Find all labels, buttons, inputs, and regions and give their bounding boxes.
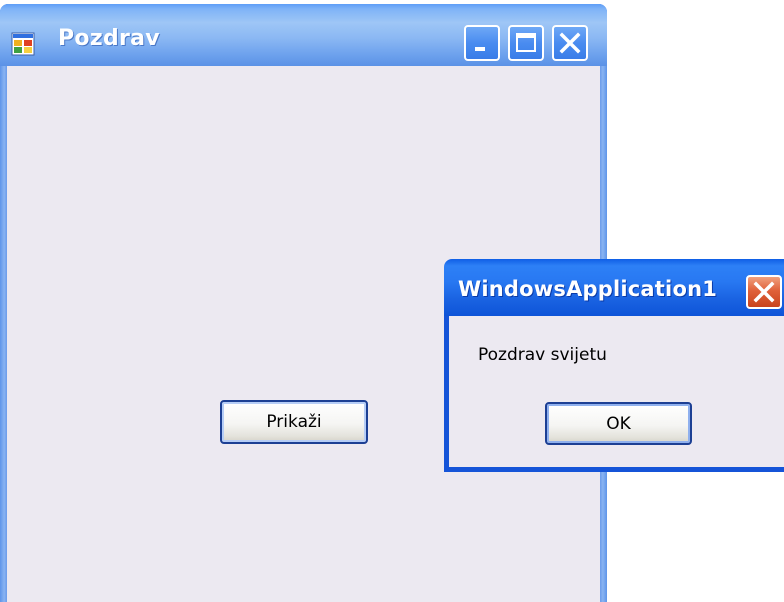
maximize-icon bbox=[516, 33, 536, 52]
minimize-button[interactable] bbox=[464, 25, 500, 61]
prikazi-button[interactable]: Prikaži bbox=[220, 400, 368, 444]
message-text: Pozdrav svijetu bbox=[478, 345, 607, 365]
close-icon bbox=[559, 32, 581, 54]
windows-form-icon bbox=[11, 32, 35, 56]
message-box-close-button[interactable] bbox=[746, 275, 782, 309]
minimize-icon bbox=[475, 47, 485, 51]
message-box-border-bottom bbox=[444, 467, 784, 472]
message-box-title: WindowsApplication1 bbox=[458, 277, 718, 301]
message-box: WindowsApplication1 Pozdrav svijetu OK bbox=[444, 259, 784, 472]
ok-button[interactable]: OK bbox=[545, 402, 692, 445]
main-window-border-left bbox=[0, 66, 7, 602]
main-window-title: Pozdrav bbox=[58, 26, 160, 51]
close-icon bbox=[753, 281, 775, 303]
maximize-button[interactable] bbox=[508, 25, 544, 61]
desktop: Pozdrav Prikaži WindowsApplication1 Pozd… bbox=[0, 0, 784, 602]
close-button[interactable] bbox=[552, 25, 588, 61]
